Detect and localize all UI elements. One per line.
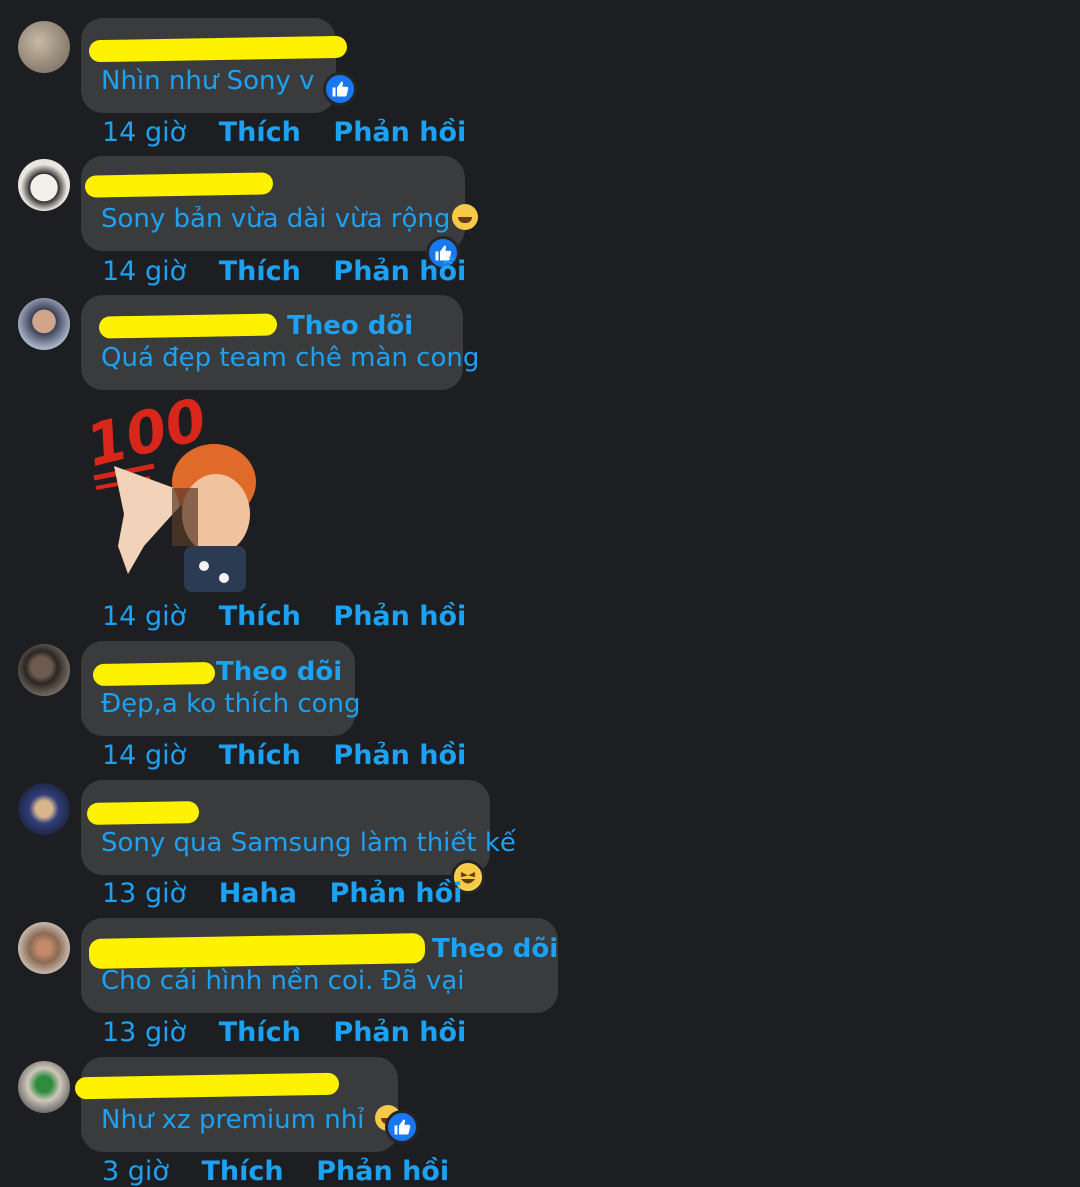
comment-bubble: Theo dõi Quá đẹp team chê màn cong — [81, 295, 479, 390]
timestamp[interactable]: 3 giờ — [102, 1156, 169, 1187]
comment-text: Sony qua Samsung làm thiết kế — [101, 828, 516, 858]
comment-text-content: Sony bản vừa dài vừa rộng — [101, 204, 451, 234]
redacted-name — [98, 313, 278, 339]
avatar[interactable] — [18, 21, 70, 73]
comment-bubble: Sony qua Samsung làm thiết kế — [81, 780, 516, 894]
sticker-image: 100 — [79, 385, 264, 592]
like-button[interactable]: Thích — [202, 1156, 284, 1187]
reply-button[interactable]: Phản hồi — [333, 256, 466, 287]
comment-text-content: Như xz premium nhỉ — [101, 1105, 365, 1135]
comment-meta: 14 giờ Thích Phản hồi — [102, 117, 490, 148]
follow-button[interactable]: Theo dõi — [287, 311, 413, 341]
comment-text: Đẹp,a ko thích cong — [101, 689, 361, 719]
comment-text: Cho cái hình nền coi. Đã vại — [101, 966, 465, 996]
redacted-name — [86, 801, 200, 825]
like-button[interactable]: Thích — [219, 117, 301, 148]
comment-meta: 13 giờ Thích Phản hồi — [102, 1017, 490, 1048]
comment-text: Nhìn như Sony v — [101, 66, 315, 96]
reply-button[interactable]: Phản hồi — [333, 1017, 466, 1048]
comment-meta: 13 giờ Haha Phản hồi — [102, 878, 486, 909]
haha-button[interactable]: Haha — [219, 878, 297, 909]
avatar[interactable] — [18, 298, 70, 350]
timestamp[interactable]: 13 giờ — [102, 1017, 186, 1048]
thumbs-up-icon — [332, 81, 349, 97]
reply-button[interactable]: Phản hồi — [330, 878, 463, 909]
avatar[interactable] — [18, 1061, 70, 1113]
timestamp[interactable]: 13 giờ — [102, 878, 186, 909]
comment-meta: 3 giờ Thích Phản hồi — [102, 1156, 473, 1187]
reply-button[interactable]: Phản hồi — [316, 1156, 449, 1187]
rofl-emoji-icon — [452, 204, 479, 230]
timestamp[interactable]: 14 giờ — [102, 256, 186, 287]
comment-meta: 14 giờ Thích Phản hồi — [102, 256, 490, 287]
comment-meta: 14 giờ Thích Phản hồi — [102, 601, 490, 632]
like-button[interactable]: Thích — [219, 256, 301, 287]
reply-button[interactable]: Phản hồi — [333, 601, 466, 632]
redacted-name — [74, 1072, 340, 1100]
comment-text: Quá đẹp team chê màn cong — [101, 343, 480, 373]
like-reaction[interactable] — [323, 72, 357, 106]
comment-bubble: Theo dõi Đẹp,a ko thích cong — [81, 641, 361, 736]
comment-bubble: Theo dõi Cho cái hình nền coi. Đã vại — [81, 918, 558, 1013]
like-button[interactable]: Thích — [219, 1017, 301, 1048]
avatar[interactable] — [18, 159, 70, 211]
comment-bubble: Sony bản vừa dài vừa rộng — [81, 156, 479, 270]
comment-text: Như xz premium nhỉ — [101, 1105, 401, 1135]
redacted-name — [88, 35, 348, 63]
timestamp[interactable]: 14 giờ — [102, 117, 186, 148]
reply-button[interactable]: Phản hồi — [333, 740, 466, 771]
like-button[interactable]: Thích — [219, 740, 301, 771]
comment-bubble: Nhìn như Sony v — [81, 18, 357, 113]
redacted-name — [92, 661, 216, 687]
like-button[interactable]: Thích — [219, 601, 301, 632]
reply-button[interactable]: Phản hồi — [333, 117, 466, 148]
avatar[interactable] — [18, 783, 70, 835]
timestamp[interactable]: 14 giờ — [102, 740, 186, 771]
avatar[interactable] — [18, 644, 70, 696]
like-reaction[interactable] — [385, 1110, 419, 1144]
comment-text: Sony bản vừa dài vừa rộng — [101, 204, 479, 234]
follow-button[interactable]: Theo dõi — [432, 934, 558, 964]
timestamp[interactable]: 14 giờ — [102, 601, 186, 632]
redacted-name — [88, 933, 426, 969]
redacted-name — [84, 172, 274, 198]
avatar[interactable] — [18, 922, 70, 974]
comment-meta: 14 giờ Thích Phản hồi — [102, 740, 490, 771]
thumbs-up-icon — [394, 1119, 411, 1135]
comment-bubble: Như xz premium nhỉ — [74, 1057, 419, 1152]
follow-button[interactable]: Theo dõi — [216, 657, 342, 687]
